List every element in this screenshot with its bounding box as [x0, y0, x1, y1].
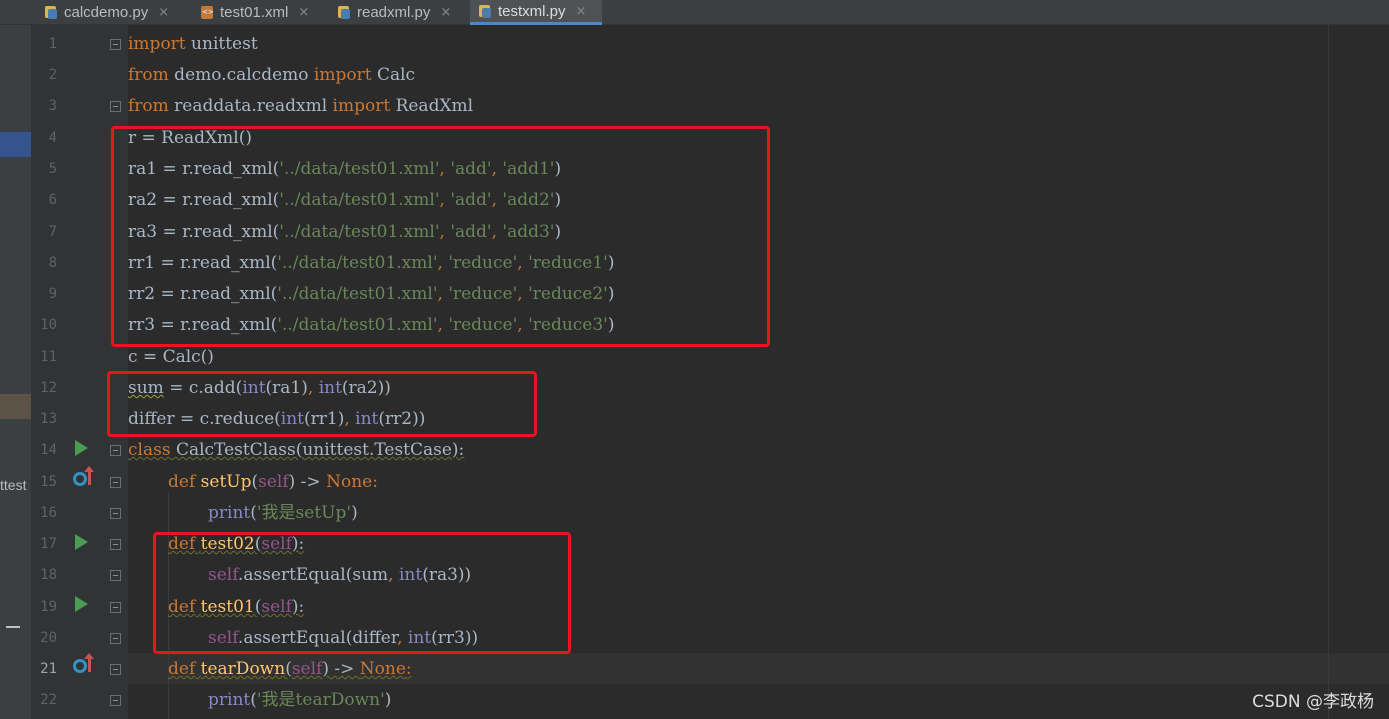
line-number: 1	[48, 36, 57, 52]
editor-tab-bar: calcdemo.py × test01.xml × readxml.py × …	[0, 0, 1389, 25]
line-number: 3	[48, 98, 57, 114]
run-test-icon[interactable]	[75, 440, 88, 456]
python-file-icon	[44, 5, 58, 20]
line-number: 19	[40, 599, 57, 615]
python-file-icon	[337, 5, 351, 20]
line-number: 17	[40, 536, 57, 552]
override-method-icon[interactable]	[73, 653, 95, 676]
line-number: 4	[48, 130, 57, 146]
line-number: 6	[48, 192, 57, 208]
line-number: 14	[40, 442, 57, 458]
line-number: 20	[40, 630, 57, 646]
fold-marker-icon[interactable]	[110, 602, 121, 613]
minimize-icon[interactable]	[6, 626, 20, 628]
fold-end-icon[interactable]	[110, 633, 121, 644]
code-line-22[interactable]: print('我是tearDown')	[208, 685, 391, 716]
fold-end-icon[interactable]	[110, 101, 121, 112]
line-number: 16	[40, 505, 57, 521]
xml-file-icon	[200, 5, 214, 20]
line-number: 13	[40, 411, 57, 427]
code-line-14[interactable]: class CalcTestClass(unittest.TestCase):	[128, 435, 464, 466]
project-panel-edge: ttest	[0, 25, 31, 719]
right-margin-guide	[1328, 25, 1329, 719]
code-line-15[interactable]: def setUp(self) -> None:	[168, 467, 378, 498]
line-number: 15	[40, 474, 57, 490]
fold-end-icon[interactable]	[110, 695, 121, 706]
tab-testxml-py[interactable]: testxml.py ×	[470, 0, 602, 25]
line-number: 18	[40, 567, 57, 583]
tab-label: testxml.py	[498, 2, 566, 20]
tab-test01-xml[interactable]: test01.xml ×	[192, 0, 322, 25]
tab-label: calcdemo.py	[64, 4, 149, 21]
code-line-2[interactable]: from demo.calcdemo import Calc	[128, 60, 415, 91]
line-number: 12	[40, 380, 57, 396]
line-number: 11	[40, 349, 57, 365]
tab-label: test01.xml	[220, 4, 289, 21]
line-number: 7	[48, 224, 57, 240]
code-line-16[interactable]: print('我是setUp')	[208, 498, 358, 529]
tab-readxml-py[interactable]: readxml.py ×	[329, 0, 464, 25]
selected-tree-item[interactable]	[0, 132, 31, 157]
line-number: 8	[48, 255, 57, 271]
fold-end-icon[interactable]	[110, 508, 121, 519]
highlight-box-test-methods	[153, 532, 571, 654]
fold-marker-icon[interactable]	[110, 539, 121, 550]
fold-marker-icon[interactable]	[110, 664, 121, 675]
code-line-1[interactable]: import unittest	[128, 29, 258, 60]
close-icon[interactable]: ×	[440, 5, 451, 20]
fold-marker-icon[interactable]	[110, 477, 121, 488]
run-test-icon[interactable]	[75, 534, 88, 550]
code-line-21[interactable]: def tearDown(self) -> None:	[168, 654, 412, 685]
highlight-box-read-calls	[111, 126, 770, 347]
tree-item-label[interactable]: ttest	[0, 477, 26, 493]
python-file-icon	[478, 4, 492, 19]
close-icon[interactable]: ×	[158, 5, 169, 20]
line-number-current: 21	[40, 661, 57, 677]
fold-marker-icon[interactable]	[110, 39, 121, 50]
close-icon[interactable]: ×	[298, 5, 309, 20]
line-number: 22	[40, 692, 57, 708]
fold-marker-icon[interactable]	[110, 445, 121, 456]
code-line-3[interactable]: from readdata.readxml import ReadXml	[128, 91, 473, 122]
tab-calcdemo-py[interactable]: calcdemo.py ×	[36, 0, 182, 25]
highlighted-tree-item[interactable]	[0, 394, 31, 419]
line-number: 10	[40, 317, 57, 333]
watermark-text: CSDN @李政杨	[1252, 692, 1374, 712]
override-method-icon[interactable]	[73, 466, 95, 489]
highlight-box-calc-calls	[107, 371, 537, 437]
line-number: 5	[48, 161, 57, 177]
tab-label: readxml.py	[357, 4, 431, 21]
line-number: 2	[48, 67, 57, 83]
fold-end-icon[interactable]	[110, 570, 121, 581]
line-number: 9	[48, 286, 57, 302]
close-icon[interactable]: ×	[576, 4, 587, 19]
run-test-icon[interactable]	[75, 596, 88, 612]
